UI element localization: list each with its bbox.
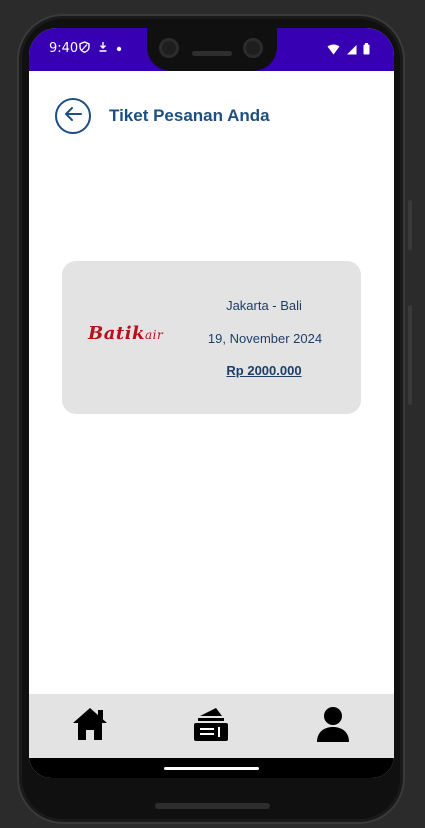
page-title: Tiket Pesanan Anda xyxy=(109,106,270,125)
battery-icon xyxy=(363,42,370,60)
nav-home-button[interactable] xyxy=(60,701,120,751)
gesture-area xyxy=(29,758,394,778)
status-bar: 9:40 xyxy=(29,28,394,71)
home-icon xyxy=(71,706,109,747)
camera-notch xyxy=(147,28,277,71)
nav-profile-button[interactable] xyxy=(303,701,363,751)
bottom-nav xyxy=(29,694,394,758)
camera-right-icon xyxy=(243,38,263,58)
user-icon xyxy=(315,706,351,747)
status-icons-right xyxy=(327,42,370,60)
bottom-speaker xyxy=(155,803,270,809)
volume-button xyxy=(408,305,412,405)
earpiece-speaker xyxy=(192,51,232,56)
airline-logo-text: Batik xyxy=(88,323,146,344)
ticket-stack-icon xyxy=(192,706,230,747)
wifi-icon xyxy=(327,42,340,60)
airline-logo: Batikair xyxy=(88,323,163,344)
ticket-date: 19, November 2024 xyxy=(207,331,323,346)
ticket-card[interactable]: Batikair Jakarta - Bali 19, November 202… xyxy=(62,261,361,414)
nav-tickets-button[interactable] xyxy=(181,701,241,751)
dot-icon xyxy=(116,43,122,55)
ticket-price[interactable]: Rp 2000.000 xyxy=(202,363,326,378)
gesture-bar[interactable] xyxy=(164,767,259,770)
status-icons-left xyxy=(79,41,122,56)
airline-logo-suffix: air xyxy=(145,328,164,342)
arrow-left-icon xyxy=(63,106,83,127)
app-screen: 9:40 Tiket Pesanan Anda Batikair Jakarta… xyxy=(29,28,394,778)
back-button[interactable] xyxy=(55,98,91,134)
power-button xyxy=(408,200,412,250)
ticket-route: Jakarta - Bali xyxy=(226,298,302,313)
camera-left-icon xyxy=(159,38,179,58)
status-time: 9:40 xyxy=(49,41,79,56)
page-header: Tiket Pesanan Anda xyxy=(29,71,394,151)
shield-icon xyxy=(79,41,90,56)
signal-icon xyxy=(346,42,357,60)
download-icon xyxy=(98,41,108,56)
